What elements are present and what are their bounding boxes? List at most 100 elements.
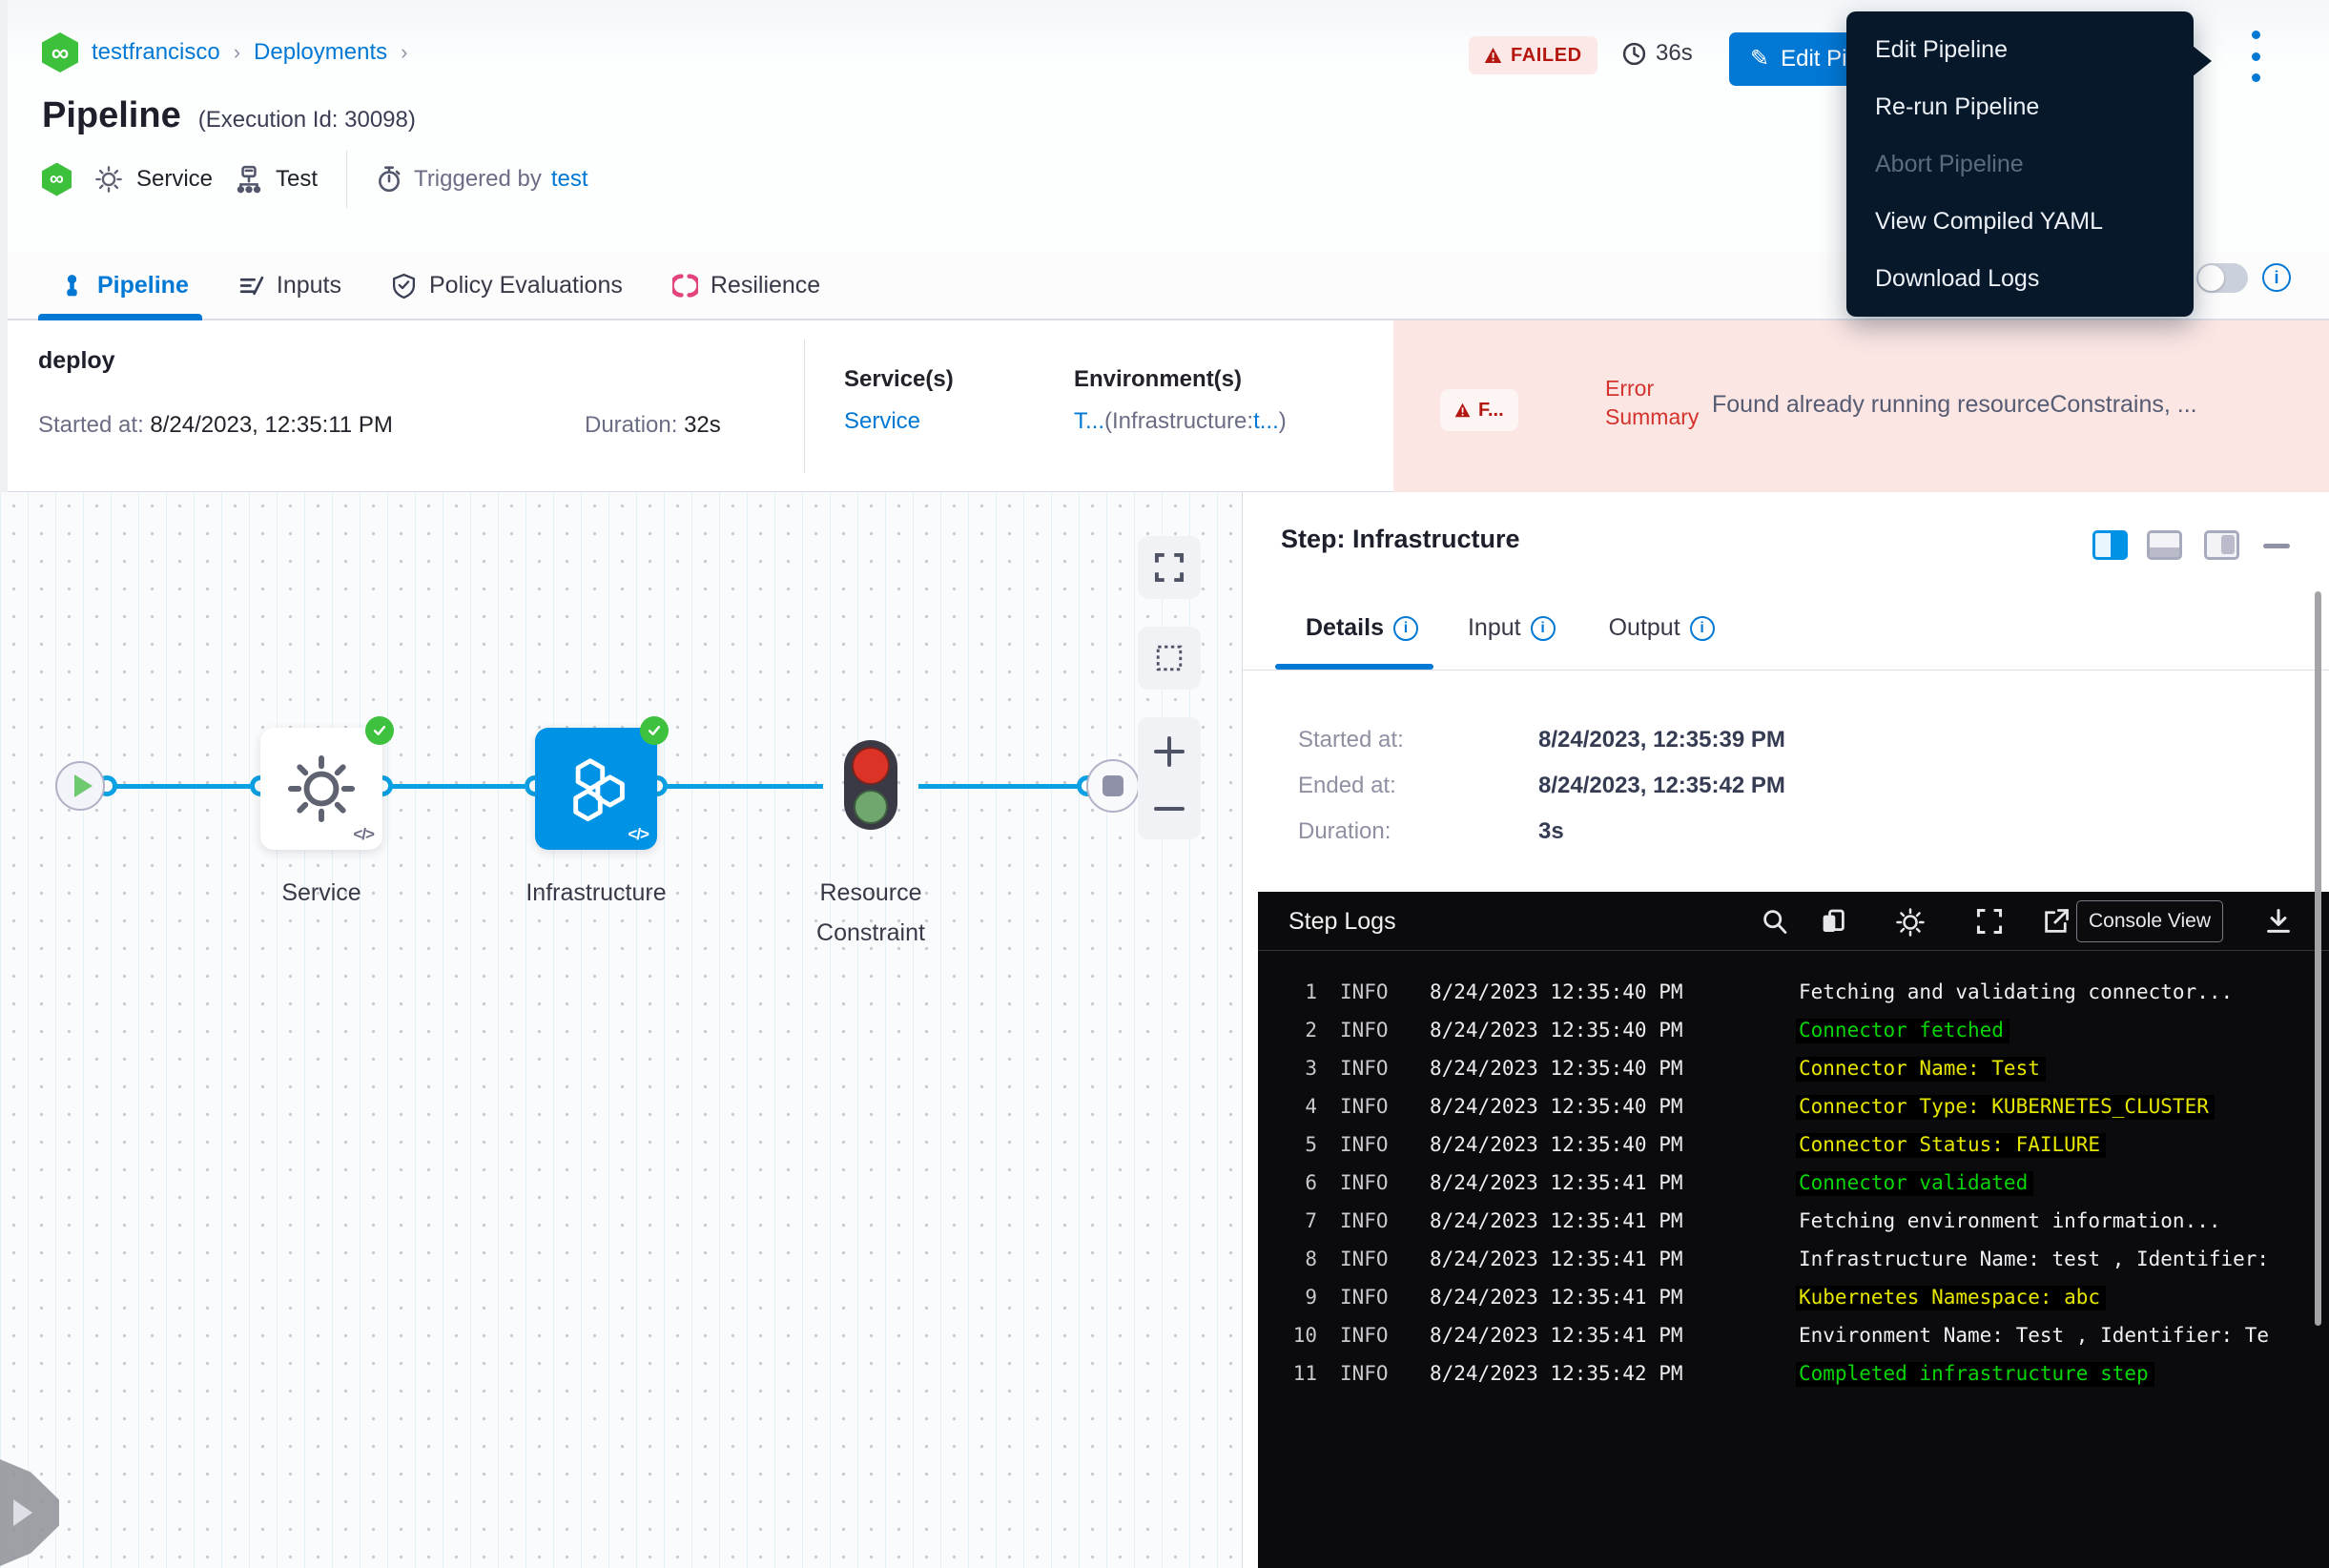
info-icon[interactable]: i bbox=[1531, 616, 1556, 641]
menu-item-download-logs[interactable]: Download Logs bbox=[1846, 250, 2194, 307]
end-node[interactable] bbox=[1086, 759, 1140, 813]
log-copy-button[interactable] bbox=[1819, 907, 1847, 936]
divider bbox=[346, 151, 347, 208]
canvas-fullscreen-button[interactable] bbox=[1138, 536, 1201, 599]
divider bbox=[804, 340, 805, 473]
step-details-panel: Step: Infrastructure Detailsi Inputi Out… bbox=[1242, 492, 2329, 1568]
detail-row-ended: Ended at: 8/24/2023, 12:35:42 PM bbox=[1298, 773, 1396, 799]
log-open-new-tab-button[interactable] bbox=[2042, 907, 2071, 936]
environment-name[interactable]: Test bbox=[276, 166, 318, 193]
console-view-button[interactable]: Console View bbox=[2076, 900, 2223, 942]
log-fullscreen-button[interactable] bbox=[1975, 907, 2004, 936]
ended-at-value: 8/24/2023, 12:35:42 PM bbox=[1538, 773, 2111, 799]
more-options-button[interactable] bbox=[2239, 29, 2272, 84]
service-name[interactable]: Service bbox=[136, 166, 213, 193]
expand-left-panel-handle[interactable] bbox=[0, 1459, 59, 1566]
info-icon[interactable]: i bbox=[1690, 616, 1715, 641]
environments-column-header: Environment(s) bbox=[1074, 366, 1242, 393]
success-check-icon bbox=[365, 716, 394, 745]
node-service[interactable]: </> bbox=[260, 728, 382, 850]
service-link[interactable]: Service bbox=[844, 408, 920, 435]
node-resource-constraint-label: ResourceConstraint bbox=[747, 873, 995, 953]
panel-scrollbar[interactable] bbox=[2315, 591, 2321, 1326]
minimize-panel-button[interactable] bbox=[2263, 544, 2290, 548]
log-line: 9 INFO 8/24/2023 12:35:41 PM Kubernetes … bbox=[1258, 1286, 2329, 1324]
node-service-label: Service bbox=[197, 873, 445, 913]
stopwatch-icon bbox=[376, 165, 402, 194]
node-resource-constraint[interactable] bbox=[844, 740, 897, 830]
layout-bottom-view-button[interactable] bbox=[2147, 530, 2182, 560]
environment-icon bbox=[236, 165, 262, 194]
log-line: 5 INFO 8/24/2023 12:35:40 PM Connector S… bbox=[1258, 1133, 2329, 1171]
error-summary-label: ErrorSummary bbox=[1605, 374, 1720, 431]
shield-check-icon bbox=[391, 273, 417, 299]
view-toggle-switch[interactable] bbox=[2196, 263, 2248, 293]
zoom-controls bbox=[1138, 717, 1201, 839]
gear-icon bbox=[94, 165, 123, 194]
error-status-badge: F... bbox=[1440, 389, 1518, 431]
layout-split-view-button[interactable] bbox=[2092, 530, 2128, 560]
log-line: 2 INFO 8/24/2023 12:35:40 PM Connector f… bbox=[1258, 1019, 2329, 1057]
log-search-button[interactable] bbox=[1761, 907, 1789, 936]
success-check-icon bbox=[640, 716, 669, 745]
node-infrastructure[interactable]: </> bbox=[535, 728, 657, 850]
log-line: 11 INFO 8/24/2023 12:35:42 PM Completed … bbox=[1258, 1362, 2329, 1400]
breadcrumb-org[interactable]: testfrancisco bbox=[92, 39, 220, 66]
trigger-user-link[interactable]: test bbox=[551, 166, 588, 193]
pipeline-logo-icon: ∞ bbox=[42, 32, 78, 72]
start-node[interactable] bbox=[55, 761, 105, 811]
pipeline-icon bbox=[59, 273, 85, 299]
fullscreen-icon bbox=[1975, 907, 2004, 936]
edge-constraint-end bbox=[918, 784, 1087, 789]
breadcrumb: ∞ testfrancisco › Deployments › bbox=[42, 32, 407, 72]
clock-icon bbox=[1621, 41, 1647, 67]
chevron-right-icon: › bbox=[234, 40, 240, 65]
log-line: 10 INFO 8/24/2023 12:35:41 PM Environmen… bbox=[1258, 1324, 2329, 1362]
chevron-right-icon: › bbox=[401, 40, 407, 65]
info-icon[interactable]: i bbox=[1393, 616, 1418, 641]
started-at-value: 8/24/2023, 12:35:39 PM bbox=[1538, 727, 2111, 753]
layout-right-view-button[interactable] bbox=[2204, 530, 2239, 560]
log-line: 6 INFO 8/24/2023 12:35:41 PM Connector v… bbox=[1258, 1171, 2329, 1209]
tab-pipeline[interactable]: Pipeline bbox=[59, 272, 189, 299]
environment-link[interactable]: T...(Infrastructure:t...) bbox=[1074, 408, 1287, 435]
stage-name[interactable]: deploy bbox=[38, 347, 115, 375]
page-title: Pipeline bbox=[42, 95, 181, 136]
started-at-label: Started at: bbox=[38, 412, 144, 438]
log-lines: 1 INFO 8/24/2023 12:35:40 PM Fetching an… bbox=[1258, 951, 2329, 1400]
console-title: Step Logs bbox=[1288, 908, 1396, 936]
stage-summary-bar: deploy Started at: 8/24/2023, 12:35:11 P… bbox=[0, 320, 2329, 492]
tab-resilience[interactable]: Resilience bbox=[672, 272, 820, 299]
pipeline-meta-row: ∞ Service Test Triggered by test bbox=[42, 153, 588, 206]
services-column-header: Service(s) bbox=[844, 366, 954, 393]
tab-output[interactable]: Outputi bbox=[1609, 614, 1715, 642]
fullscreen-icon bbox=[1153, 551, 1185, 584]
pipeline-canvas[interactable]: </> Service </> Infrastructure ResourceC… bbox=[0, 492, 1242, 1568]
log-line: 8 INFO 8/24/2023 12:35:41 PM Infrastruct… bbox=[1258, 1248, 2329, 1286]
marquee-select-icon bbox=[1153, 642, 1185, 674]
arrow-right-icon bbox=[13, 1499, 32, 1526]
canvas-select-button[interactable] bbox=[1138, 627, 1201, 690]
resilience-icon bbox=[672, 273, 698, 299]
tab-details[interactable]: Detailsi bbox=[1306, 614, 1418, 642]
log-line: 3 INFO 8/24/2023 12:35:40 PM Connector N… bbox=[1258, 1057, 2329, 1095]
menu-item-view-compiled-yaml[interactable]: View Compiled YAML bbox=[1846, 193, 2194, 250]
tab-policy-evaluations[interactable]: Policy Evaluations bbox=[391, 272, 623, 299]
info-icon[interactable]: i bbox=[2262, 263, 2291, 292]
edge-start-service bbox=[107, 784, 260, 789]
tab-input[interactable]: Inputi bbox=[1468, 614, 1556, 642]
log-download-button[interactable] bbox=[2264, 907, 2293, 936]
red-light-icon bbox=[852, 747, 890, 785]
menu-item-rerun-pipeline[interactable]: Re-run Pipeline bbox=[1846, 78, 2194, 135]
gear-icon bbox=[285, 753, 358, 825]
tab-inputs[interactable]: Inputs bbox=[238, 272, 341, 299]
step-logs-console: Step Logs bbox=[1258, 892, 2329, 1568]
menu-item-edit-pipeline[interactable]: Edit Pipeline bbox=[1846, 21, 2194, 78]
menu-item-abort-pipeline: Abort Pipeline bbox=[1846, 135, 2194, 193]
log-settings-button[interactable] bbox=[1895, 907, 1926, 938]
breadcrumb-deployments[interactable]: Deployments bbox=[254, 39, 387, 66]
hexagons-icon bbox=[559, 752, 633, 826]
edge-service-infrastructure bbox=[382, 784, 535, 789]
window-edge bbox=[0, 0, 8, 492]
duration-value: 3s bbox=[1538, 818, 2111, 845]
